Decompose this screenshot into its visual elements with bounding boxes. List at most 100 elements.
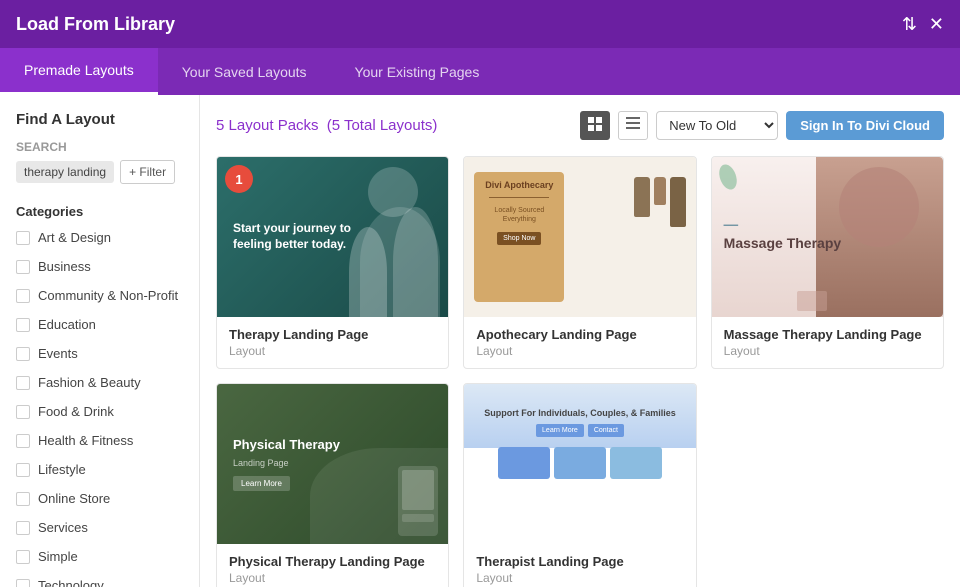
search-tag[interactable]: therapy landing — [16, 161, 114, 183]
layout-grid: Start your journey to feeling better tod… — [216, 156, 944, 587]
search-label: Search — [16, 140, 183, 154]
thumb-massage-text: Massage Therapy — [724, 234, 842, 252]
cloud-signin-button[interactable]: Sign In To Divi Cloud — [786, 111, 944, 140]
category-checkbox-community[interactable] — [16, 289, 30, 303]
thumb-persons — [349, 207, 438, 317]
category-checkbox-health[interactable] — [16, 434, 30, 448]
category-item-education[interactable]: Education — [0, 310, 199, 339]
category-item-business[interactable]: Business — [0, 252, 199, 281]
category-checkbox-fashion[interactable] — [16, 376, 30, 390]
card-title-physical: Physical Therapy Landing Page — [229, 554, 436, 569]
category-label-food: Food & Drink — [38, 404, 114, 419]
layout-card-physical[interactable]: Physical Therapy Landing Page Learn More — [216, 383, 449, 587]
thumb-apothecary-bg: Divi Apothecary Locally Sourced Everythi… — [464, 157, 695, 317]
tabs-bar: Premade Layouts Your Saved Layouts Your … — [0, 48, 960, 95]
category-label-technology: Technology — [38, 578, 104, 587]
category-item-events[interactable]: Events — [0, 339, 199, 368]
modal-header: Load From Library ⇅ ✕ — [0, 0, 960, 48]
category-item-simple[interactable]: Simple — [0, 542, 199, 571]
category-item-fashion[interactable]: Fashion & Beauty — [0, 368, 199, 397]
category-label-art: Art & Design — [38, 230, 111, 245]
category-item-health[interactable]: Health & Fitness — [0, 426, 199, 455]
modal-container: Load From Library ⇅ ✕ Premade Layouts Yo… — [0, 0, 960, 587]
card-thumb-therapist: Support For Individuals, Couples, & Fami… — [464, 384, 695, 544]
category-checkbox-technology[interactable] — [16, 579, 30, 587]
thumb-apo-bottles — [634, 177, 686, 227]
category-checkbox-art[interactable] — [16, 231, 30, 245]
thumb-therapist-header: Support For Individuals, Couples, & Fami… — [484, 408, 676, 418]
category-item-art[interactable]: Art & Design — [0, 223, 199, 252]
card-thumb-massage: ━━━ Massage Therapy — [712, 157, 943, 317]
layout-card-therapist[interactable]: Support For Individuals, Couples, & Fami… — [463, 383, 696, 587]
sort-dropdown[interactable]: New To Old Old To New A to Z Z to A — [656, 111, 778, 140]
category-label-simple: Simple — [38, 549, 78, 564]
category-label-lifestyle: Lifestyle — [38, 462, 86, 477]
filter-button[interactable]: + Filter — [120, 160, 175, 184]
category-item-technology[interactable]: Technology — [0, 571, 199, 587]
card-type-apothecary: Layout — [476, 344, 683, 358]
categories-list: Art & Design Business Community & Non-Pr… — [0, 223, 199, 587]
category-checkbox-business[interactable] — [16, 260, 30, 274]
search-box: therapy landing + Filter — [16, 160, 183, 184]
header-actions: ⇅ ✕ — [902, 15, 944, 33]
category-checkbox-services[interactable] — [16, 521, 30, 535]
thumb-massage-left: ━━━ Massage Therapy — [724, 221, 842, 252]
category-checkbox-onlinestore[interactable] — [16, 492, 30, 506]
category-checkbox-food[interactable] — [16, 405, 30, 419]
category-checkbox-simple[interactable] — [16, 550, 30, 564]
card-info-physical: Physical Therapy Landing Page Layout — [217, 544, 448, 587]
category-label-business: Business — [38, 259, 91, 274]
category-item-services[interactable]: Services — [0, 513, 199, 542]
category-checkbox-events[interactable] — [16, 347, 30, 361]
thumb-apo-title: Divi Apothecary — [485, 180, 553, 191]
card-thumb-apothecary: Divi Apothecary Locally Sourced Everythi… — [464, 157, 695, 317]
card-thumb-therapy: Start your journey to feeling better tod… — [217, 157, 448, 317]
card-title-therapy: Therapy Landing Page — [229, 327, 436, 342]
tab-existing[interactable]: Your Existing Pages — [331, 48, 504, 95]
category-label-community: Community & Non-Profit — [38, 288, 178, 303]
category-item-food[interactable]: Food & Drink — [0, 397, 199, 426]
thumb-apo-sub: Locally Sourced Everything — [482, 206, 556, 224]
card-type-massage: Layout — [724, 344, 931, 358]
find-layout-section: Find A Layout Search therapy landing + F… — [0, 111, 199, 196]
list-view-btn[interactable] — [618, 111, 648, 140]
bottle-3 — [670, 177, 686, 227]
content-toolbar: 5 Layout Packs (5 Total Layouts) — [216, 111, 944, 140]
close-button[interactable]: ✕ — [929, 15, 944, 33]
card-title-massage: Massage Therapy Landing Page — [724, 327, 931, 342]
sidebar: Find A Layout Search therapy landing + F… — [0, 95, 200, 587]
category-label-events: Events — [38, 346, 78, 361]
categories-label: Categories — [0, 196, 199, 223]
category-item-onlinestore[interactable]: Online Store — [0, 484, 199, 513]
card-info-therapist: Therapist Landing Page Layout — [464, 544, 695, 587]
category-checkbox-lifestyle[interactable] — [16, 463, 30, 477]
card-info-massage: Massage Therapy Landing Page Layout — [712, 317, 943, 368]
card-thumb-physical: Physical Therapy Landing Page Learn More — [217, 384, 448, 544]
thumb-physical-text: Physical Therapy — [233, 437, 340, 454]
card-title-therapist: Therapist Landing Page — [476, 554, 683, 569]
thumb-therapist-bg: Support For Individuals, Couples, & Fami… — [464, 384, 695, 544]
find-layout-title: Find A Layout — [16, 111, 183, 128]
tab-premade[interactable]: Premade Layouts — [0, 48, 158, 95]
category-item-lifestyle[interactable]: Lifestyle — [0, 455, 199, 484]
card-type-physical: Layout — [229, 571, 436, 585]
category-checkbox-education[interactable] — [16, 318, 30, 332]
layout-card-massage[interactable]: ━━━ Massage Therapy — [711, 156, 944, 369]
category-label-education: Education — [38, 317, 96, 332]
card-title-apothecary: Apothecary Landing Page — [476, 327, 683, 342]
modal-title: Load From Library — [16, 14, 175, 35]
category-label-fashion: Fashion & Beauty — [38, 375, 141, 390]
category-label-health: Health & Fitness — [38, 433, 133, 448]
thumb-therapist-cards — [498, 447, 662, 479]
toolbar-right: New To Old Old To New A to Z Z to A Sign… — [580, 111, 944, 140]
grid-view-btn[interactable] — [580, 111, 610, 140]
layout-card-therapy[interactable]: Start your journey to feeling better tod… — [216, 156, 449, 369]
tab-saved[interactable]: Your Saved Layouts — [158, 48, 331, 95]
sort-icon-btn[interactable]: ⇅ — [902, 15, 917, 33]
thumb-physical-bg: Physical Therapy Landing Page Learn More — [217, 384, 448, 544]
layout-count-sub: (5 Total Layouts) — [327, 117, 438, 134]
thumb-massage-leaf — [718, 163, 738, 196]
layout-card-apothecary[interactable]: Divi Apothecary Locally Sourced Everythi… — [463, 156, 696, 369]
modal-body: Find A Layout Search therapy landing + F… — [0, 95, 960, 587]
category-item-community[interactable]: Community & Non-Profit — [0, 281, 199, 310]
